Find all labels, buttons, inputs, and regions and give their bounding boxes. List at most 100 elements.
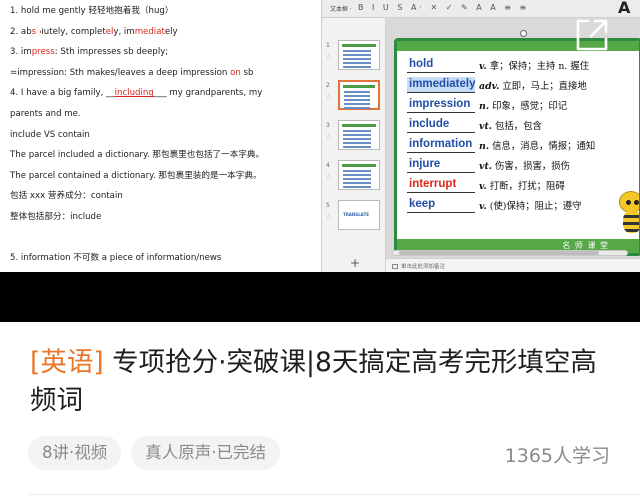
doc-line: parents and me. (10, 107, 321, 128)
doc-line: include VS contain (10, 128, 321, 149)
thumbnail-star-icon: ☆ (326, 174, 331, 180)
doc-text: The parcel included a dictionary. 那包裹里也包… (10, 150, 265, 161)
vocab-word: injure (407, 157, 475, 173)
course-info: [英语] 专项抢分·突破课|8天搞定高考完形填空高频词 8讲·视频 真人原声·已完… (0, 322, 640, 498)
doc-text: 1. hold me gently 轻轻地抱着我（hug） (10, 6, 174, 16)
vocab-definition: n. 信息，消息，情报；通知 (479, 138, 595, 152)
vocab-pos: v. (479, 61, 487, 72)
fullscreen-button[interactable] (575, 18, 609, 52)
slide-thumbnail[interactable]: 4 ☆ (326, 160, 384, 196)
doc-text: ___ my grandparents, my (153, 88, 263, 99)
vocab-row: hold v. 拿；保持；主持 n. 握住 (407, 57, 639, 76)
doc-line: The parcel included a dictionary. 那包裹里也包… (10, 148, 321, 169)
vocab-definition: vt. 包括，包含 (479, 118, 542, 132)
notes-icon (392, 264, 398, 269)
doc-line (10, 231, 321, 252)
doc-text: on (230, 67, 241, 78)
toolbar-format-icons: B I U S A· ✕ ✓ ✎ A A ≡ ≡ (358, 3, 530, 12)
doc-text: y, im (113, 26, 135, 37)
vocab-word: impression (407, 97, 475, 113)
doc-text: mediat (134, 26, 165, 37)
thumbnail-star-icon: ☆ (326, 94, 331, 100)
doc-text: 4. I have a big family, __ (10, 88, 115, 99)
vocab-def-text: 包括，包含 (492, 121, 542, 132)
vocab-def-text: 拿；保持；主持 n. 握住 (486, 61, 590, 72)
toolbar-font-letter: A (618, 0, 631, 17)
doc-text: =impression: Sth makes/leaves a deep imp… (10, 67, 231, 78)
fullscreen-icon (576, 19, 608, 51)
doc-line: 5. information 不可数 a piece of informatio… (10, 251, 321, 272)
slide-canvas: 名 师 课 堂 hold v. 拿；保持；主持 n. 握住 immediately a… (386, 18, 640, 258)
thumbnail-number: 4 (326, 162, 330, 169)
vocab-def-text: 印象，感觉；印记 (489, 101, 568, 112)
vocab-definition: vt. 伤害，损害，损伤 (479, 158, 570, 172)
vocab-pos: v. (479, 181, 487, 192)
course-title-text: 专项抢分·突破课|8天搞定高考完形填空高频词 (30, 347, 597, 416)
vocab-def-text: 打断，打扰；阻碍 (486, 181, 565, 192)
thumbnail-number: 5 (326, 202, 330, 209)
thumbnail-preview (338, 80, 380, 110)
vocab-definition: v. 打断，打扰；阻碍 (479, 178, 565, 192)
learner-count: 1365人学习 (504, 445, 610, 467)
vocab-word: include (407, 117, 475, 133)
vocab-row: injure vt. 伤害，损害，损伤 (407, 157, 639, 176)
doc-line: 3. impress: Sth impresses sb deeply; (10, 45, 321, 66)
thumbnail-preview (338, 40, 380, 70)
doc-text: 2. ab (10, 26, 32, 37)
vocab-definition: v. (使)保持；阻止；遵守 (479, 198, 581, 212)
vocab-def-text: 伤害，损害，损伤 (492, 161, 571, 172)
video-player[interactable]: 1. hold me gently 轻轻地抱着我（hug） 2. absolute… (0, 0, 640, 322)
vocab-slide: 名 师 课 堂 hold v. 拿；保持；主持 n. 握住 immediately a… (394, 38, 640, 256)
doc-text: 整体包括部分：include (10, 211, 102, 222)
slide-thumbnail[interactable]: 1 ☆ (326, 40, 384, 76)
vocab-word: interrupt (407, 177, 475, 193)
doc-text: ely (164, 26, 178, 37)
notes-pane: 单击此处添加备注 (386, 258, 640, 272)
vocab-word: immediately (407, 77, 475, 93)
horizontal-scrollbar (392, 250, 628, 256)
doc-text: press (31, 47, 55, 58)
vocab-row: interrupt v. 打断，打扰；阻碍 (407, 177, 639, 196)
course-chips: 8讲·视频 真人原声·已完结 (28, 436, 290, 470)
slide-thumbnail[interactable]: 5 ☆ TRANSLATE (326, 200, 384, 236)
vocab-row: keep v. (使)保持；阻止；遵守 (407, 197, 639, 216)
vocab-row: immediately adv. 立即，马上；直接地 (407, 77, 639, 96)
thumbnail-star-icon: ☆ (326, 54, 331, 60)
vocab-definition: adv. 立即，马上；直接地 (479, 78, 587, 92)
course-subject-tag: [英语] (30, 347, 104, 378)
thumbnail-text: TRANSLATE (343, 212, 369, 217)
video-frame: 1. hold me gently 轻轻地抱着我（hug） 2. absolute… (0, 0, 640, 272)
thumbnail-preview (338, 160, 380, 190)
course-title: [英语] 专项抢分·突破课|8天搞定高考完形填空高频词 (30, 344, 620, 420)
doc-text: 3. im (10, 47, 32, 58)
slide-thumbnail[interactable]: 3 ☆ (326, 120, 384, 156)
rotate-handle-icon (520, 30, 527, 37)
doc-text: 包括 xxx 营养成分：contain (10, 191, 123, 202)
doc-line: =impression: Sth makes/leaves a deep imp… (10, 66, 321, 87)
vocab-def-text: (使)保持；阻止；遵守 (486, 201, 582, 212)
doc-text: parents and me. (10, 108, 81, 119)
vocab-pos: vt. (479, 121, 493, 132)
vocab-pos: n. (479, 141, 490, 152)
doc-text: sb (240, 67, 254, 78)
chevron-left-icon (35, 19, 50, 45)
vocab-def-text: 立即，马上；直接地 (499, 81, 587, 92)
add-slide-icon: + (350, 256, 361, 270)
thumbnail-number: 3 (326, 122, 330, 129)
slide-thumbnail-panel: + 1 ☆ 2 ☆ 3 ☆ 4 ☆ 5 ☆ TRANSLATE (322, 18, 386, 272)
vocab-def-text: 信息，消息，情报；通知 (489, 141, 596, 152)
doc-line: 4. I have a big family, __including___ m… (10, 86, 321, 107)
slide-thumbnail[interactable]: 2 ☆ (326, 80, 384, 116)
doc-text: 5. information 不可数 a piece of informatio… (10, 253, 222, 264)
back-button[interactable] (30, 18, 58, 46)
vocab-definition: v. 拿；保持；主持 n. 握住 (479, 58, 589, 72)
doc-text: The parcel contained a dictionary. 那包裹里装… (10, 170, 262, 181)
vocab-definition: n. 印象，感觉；印记 (479, 98, 567, 112)
vocab-row: information n. 信息，消息，情报；通知 (407, 137, 639, 156)
slide-toolbar: 文本框 · B I U S A· ✕ ✓ ✎ A A ≡ ≡ A (322, 0, 640, 18)
doc-text: including (114, 88, 154, 99)
notes-placeholder: 单击此处添加备注 (401, 264, 446, 270)
vocab-pos: vt. (479, 161, 493, 172)
thumbnail-number: 1 (326, 42, 330, 49)
thumbnail-star-icon: ☆ (326, 134, 331, 140)
